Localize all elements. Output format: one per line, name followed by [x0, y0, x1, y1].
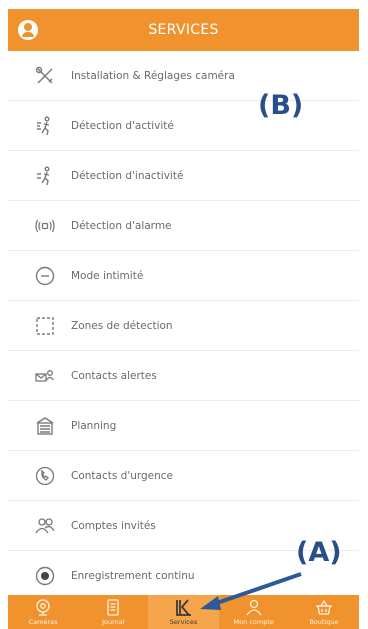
annotation-a: (A) — [296, 537, 342, 568]
tab-label: Boutique — [309, 618, 339, 626]
services-logo-icon — [175, 599, 191, 616]
menu-item-label: Contacts d'urgence — [71, 470, 174, 482]
menu-item-mode-intimite[interactable]: Mode intimité — [8, 251, 359, 301]
menu-item-label: Zones de détection — [71, 320, 173, 332]
inactivity-icon — [34, 165, 56, 187]
menu-item-label: Mode intimité — [71, 270, 144, 282]
menu-item-zones-detection[interactable]: Zones de détection — [8, 301, 359, 351]
contacts-alert-icon — [34, 365, 56, 387]
tab-cameras[interactable]: Caméras — [8, 595, 78, 629]
tab-label: Mon compte — [233, 618, 274, 626]
camera-icon — [36, 599, 50, 616]
planning-icon — [34, 415, 56, 437]
tab-label: Services — [169, 618, 198, 626]
dashed-square-icon — [34, 315, 56, 337]
basket-icon — [315, 599, 332, 615]
annotation-b: (B) — [258, 90, 304, 121]
menu-item-detection-inactivite[interactable]: Détection d'inactivité — [8, 151, 359, 201]
menu-item-label: Enregistrement continu — [71, 570, 195, 582]
tab-journal[interactable]: Journal — [78, 595, 148, 629]
minus-circle-icon — [34, 265, 56, 287]
menu-item-detection-activite[interactable]: Détection d'activité — [8, 101, 359, 151]
header-bar: SERVICES — [8, 9, 359, 51]
services-list: Installation & Réglages caméra Détection… — [8, 51, 359, 601]
tools-icon — [34, 65, 56, 87]
guests-icon — [34, 515, 56, 537]
menu-item-planning[interactable]: Planning — [8, 401, 359, 451]
menu-item-label: Planning — [71, 420, 117, 432]
menu-item-label: Détection d'inactivité — [71, 170, 184, 182]
motion-icon — [34, 115, 56, 137]
journal-icon — [107, 599, 119, 616]
menu-item-contacts-alertes[interactable]: Contacts alertes — [8, 351, 359, 401]
alarm-waves-icon — [34, 215, 56, 237]
page-title: SERVICES — [148, 22, 219, 38]
menu-item-label: Détection d'activité — [71, 120, 174, 132]
record-icon — [34, 565, 56, 587]
menu-item-contacts-urgence[interactable]: Contacts d'urgence — [8, 451, 359, 501]
phone-circle-icon — [34, 465, 56, 487]
menu-item-label: Comptes invités — [71, 520, 156, 532]
menu-item-installation[interactable]: Installation & Réglages caméra — [8, 51, 359, 101]
tab-label: Journal — [102, 618, 125, 626]
menu-item-detection-alarme[interactable]: Détection d'alarme — [8, 201, 359, 251]
annotation-arrow — [200, 572, 302, 610]
menu-item-label: Détection d'alarme — [71, 220, 172, 232]
menu-item-label: Contacts alertes — [71, 370, 157, 382]
tab-label: Caméras — [28, 618, 58, 626]
menu-item-label: Installation & Réglages caméra — [71, 70, 235, 82]
